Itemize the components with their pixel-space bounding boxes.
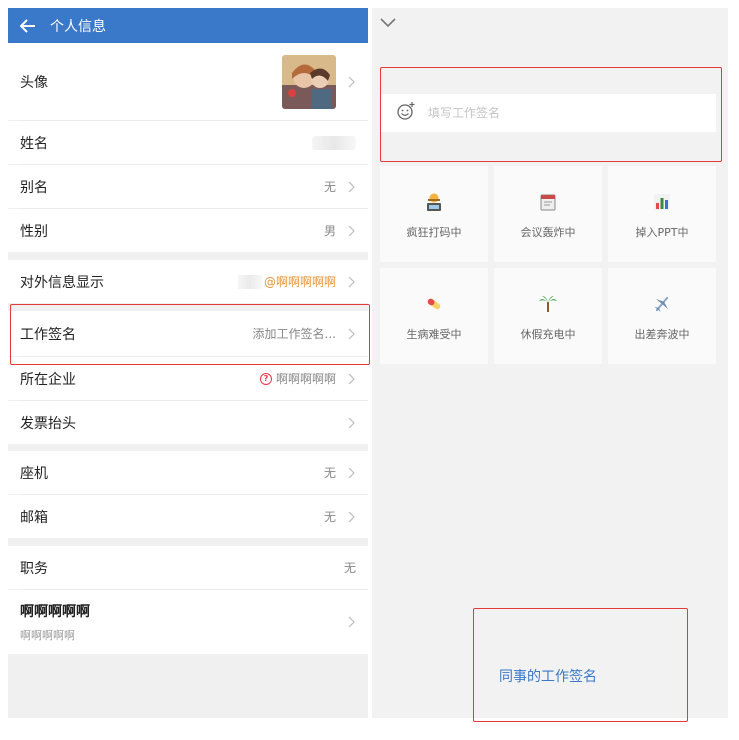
preset-label: 休假充电中 bbox=[520, 328, 576, 341]
external-info-label: 对外信息显示 bbox=[20, 274, 104, 291]
gender-label: 性别 bbox=[20, 223, 48, 240]
bar-chart-emoji-icon bbox=[652, 192, 672, 212]
company-value: 啊啊啊啊啊 bbox=[275, 372, 336, 386]
preset-meeting[interactable]: 会议轰炸中 bbox=[494, 166, 602, 262]
chevron-right-icon bbox=[348, 373, 355, 384]
emoji-add-icon[interactable] bbox=[396, 101, 416, 125]
custom-field-value: 啊啊啊啊啊 bbox=[20, 629, 75, 642]
custom-field-row[interactable]: 啊啊啊啊啊 啊啊啊啊啊 bbox=[8, 590, 368, 654]
coder-emoji-icon bbox=[424, 192, 444, 212]
avatar-row[interactable]: 头像 bbox=[8, 43, 368, 120]
name-label: 姓名 bbox=[20, 135, 48, 152]
company-row[interactable]: 所在企业 ? 啊啊啊啊啊 bbox=[8, 357, 368, 400]
alias-row[interactable]: 别名 无 bbox=[8, 165, 368, 208]
company-label: 所在企业 bbox=[20, 371, 76, 388]
chevron-right-icon bbox=[348, 616, 355, 628]
signature-editor-panel: 疯狂打码中 会议轰炸中 掉入PPT中 生病难受中 休假充电中 出差奔波中 同事的… bbox=[372, 8, 728, 718]
chevron-right-icon bbox=[348, 511, 355, 522]
email-label: 邮箱 bbox=[20, 509, 48, 526]
preset-label: 疯狂打码中 bbox=[406, 226, 462, 239]
calendar-emoji-icon bbox=[538, 192, 558, 212]
chevron-right-icon bbox=[348, 225, 355, 236]
landline-label: 座机 bbox=[20, 465, 48, 482]
position-row: 职务 无 bbox=[8, 546, 368, 589]
external-info-value: @啊啊啊啊啊 bbox=[263, 275, 336, 289]
preset-sick[interactable]: 生病难受中 bbox=[380, 268, 488, 364]
chevron-right-icon bbox=[348, 181, 355, 192]
landline-value: 无 bbox=[323, 466, 336, 480]
work-signature-label: 工作签名 bbox=[20, 326, 76, 343]
chevron-right-icon bbox=[348, 328, 355, 339]
alias-value: 无 bbox=[323, 180, 336, 194]
profile-header: 个人信息 bbox=[8, 8, 368, 43]
position-label: 职务 bbox=[20, 560, 48, 577]
position-value: 无 bbox=[343, 561, 356, 575]
work-signature-value: 添加工作签名... bbox=[252, 327, 336, 341]
name-row[interactable]: 姓名 bbox=[8, 121, 368, 164]
preset-label: 出差奔波中 bbox=[634, 328, 690, 341]
preset-coding[interactable]: 疯狂打码中 bbox=[380, 166, 488, 262]
back-arrow-icon[interactable] bbox=[18, 16, 38, 36]
chevron-down-icon[interactable] bbox=[378, 14, 398, 30]
alias-label: 别名 bbox=[20, 179, 48, 196]
avatar bbox=[282, 54, 336, 109]
name-value-redacted bbox=[312, 135, 356, 150]
preset-label: 掉入PPT中 bbox=[635, 226, 689, 239]
preset-vacation[interactable]: 休假充电中 bbox=[494, 268, 602, 364]
gender-value: 男 bbox=[323, 224, 336, 238]
work-signature-row[interactable]: 工作签名 添加工作签名... bbox=[8, 311, 368, 356]
custom-field-label: 啊啊啊啊啊 bbox=[20, 604, 90, 620]
colleague-signature-link[interactable]: 同事的工作签名 bbox=[499, 666, 597, 686]
warning-icon: ? bbox=[259, 372, 272, 385]
chevron-right-icon bbox=[348, 417, 355, 428]
avatar-label: 头像 bbox=[20, 74, 48, 91]
palm-tree-emoji-icon bbox=[538, 294, 558, 314]
signature-input[interactable] bbox=[428, 106, 668, 120]
chevron-right-icon bbox=[348, 276, 355, 287]
email-value: 无 bbox=[323, 510, 336, 524]
preset-label: 生病难受中 bbox=[406, 328, 462, 341]
chevron-right-icon bbox=[348, 467, 355, 478]
pill-emoji-icon bbox=[424, 294, 444, 314]
preset-business-trip[interactable]: 出差奔波中 bbox=[608, 268, 716, 364]
signature-input-container bbox=[380, 94, 716, 132]
preset-ppt[interactable]: 掉入PPT中 bbox=[608, 166, 716, 262]
invoice-label: 发票抬头 bbox=[20, 415, 76, 432]
preset-label: 会议轰炸中 bbox=[520, 226, 576, 239]
page-title: 个人信息 bbox=[50, 18, 106, 35]
external-redacted bbox=[237, 274, 262, 289]
chevron-right-icon bbox=[348, 76, 355, 87]
landline-row[interactable]: 座机 无 bbox=[8, 451, 368, 494]
airplane-emoji-icon bbox=[652, 294, 672, 314]
profile-panel: 个人信息 头像 姓名 别名 无 性别 男 对外信息显示 @啊啊啊啊啊 工作签名 … bbox=[8, 8, 368, 718]
invoice-row[interactable]: 发票抬头 bbox=[8, 401, 368, 444]
gender-row[interactable]: 性别 男 bbox=[8, 209, 368, 252]
external-info-row[interactable]: 对外信息显示 @啊啊啊啊啊 bbox=[8, 260, 368, 303]
email-row[interactable]: 邮箱 无 bbox=[8, 495, 368, 538]
